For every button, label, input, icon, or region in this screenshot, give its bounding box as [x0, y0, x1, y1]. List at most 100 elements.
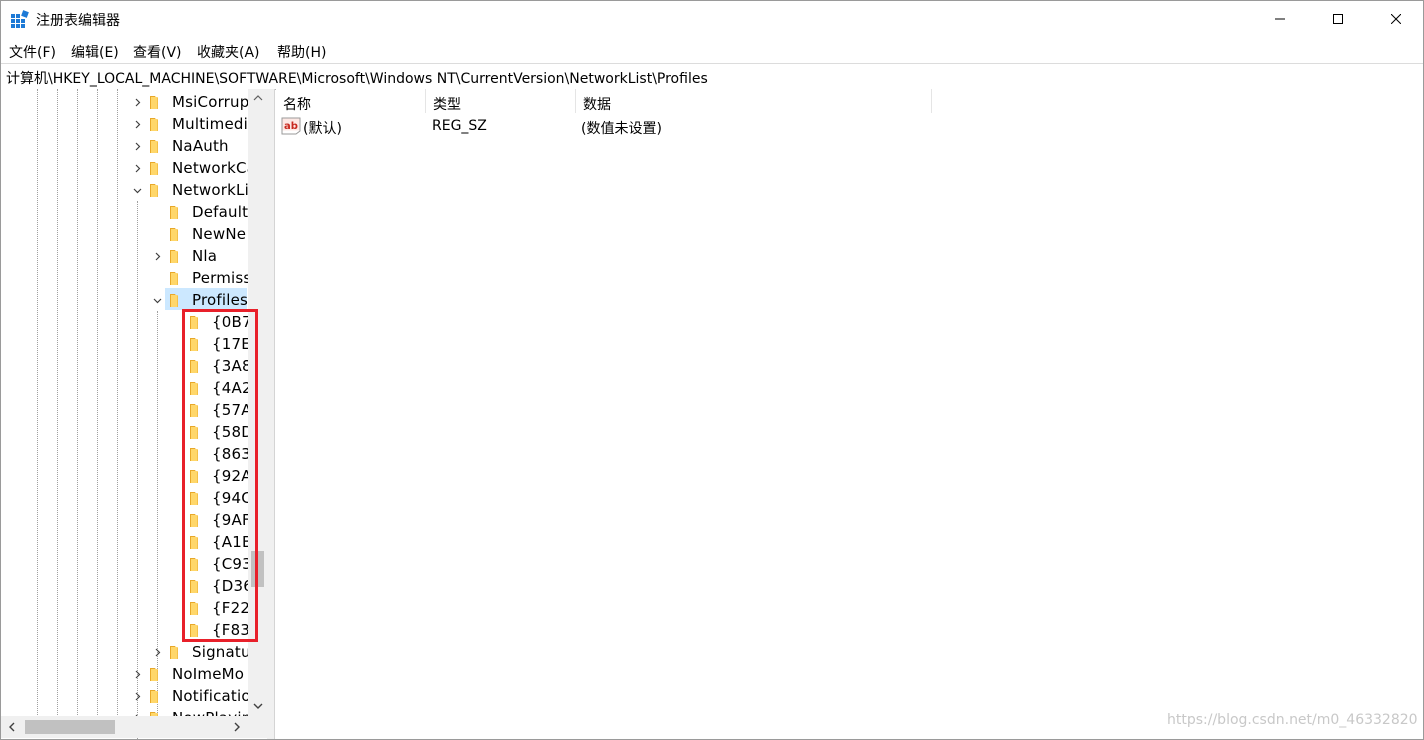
chevron-down-icon: [153, 298, 161, 303]
scroll-thumb[interactable]: [25, 720, 115, 734]
value-type: REG_SZ: [432, 118, 487, 134]
folder-icon: [150, 668, 158, 681]
folder-icon: [150, 118, 158, 131]
expand-toggle[interactable]: [151, 641, 163, 663]
menu-bar: 文件(F) 编辑(E) 查看(V) 收藏夹(A) 帮助(H): [1, 39, 1423, 63]
column-header-data[interactable]: 数据: [576, 89, 931, 113]
menu-favorites[interactable]: 收藏夹(A): [197, 42, 260, 62]
tree-item[interactable]: NoImeMo: [131, 663, 261, 685]
tree-item[interactable]: Notificatio: [131, 685, 261, 707]
tree-item[interactable]: NewNe: [151, 223, 261, 245]
regedit-icon: [11, 10, 29, 28]
chevron-right-icon: [135, 164, 140, 172]
string-value-icon: ab: [281, 117, 301, 135]
folder-icon: [170, 206, 178, 219]
chevron-down-icon: [133, 188, 141, 193]
tree-item[interactable]: Multimedi: [131, 113, 261, 135]
column-header-type[interactable]: 类型: [426, 89, 576, 113]
tree-item[interactable]: NaAuth: [131, 135, 261, 157]
chevron-right-icon: [155, 648, 160, 656]
scroll-left-button[interactable]: [3, 716, 21, 738]
expand-toggle[interactable]: [131, 113, 143, 135]
tree-item-label: NaAuth: [172, 137, 229, 155]
tree-item[interactable]: Nla: [151, 245, 261, 267]
menu-file[interactable]: 文件(F): [9, 42, 56, 62]
maximize-icon: [1333, 14, 1343, 24]
tree-item-label: Multimedi: [172, 115, 248, 133]
tree-item-label: Signatu: [192, 643, 251, 661]
menu-help[interactable]: 帮助(H): [277, 42, 326, 62]
tree-item-label: MsiCorrup: [172, 93, 250, 111]
tree-item-label: Nla: [192, 247, 218, 265]
values-list[interactable]: 名称 类型 数据 ab (默认) REG_SZ (数值未设置): [276, 89, 1423, 739]
title-bar[interactable]: 注册表编辑器: [1, 1, 1423, 37]
window-title: 注册表编辑器: [36, 13, 120, 29]
menu-edit[interactable]: 编辑(E): [71, 42, 119, 62]
tree-item-label: Profiles: [192, 291, 249, 309]
expand-toggle[interactable]: [131, 157, 143, 179]
close-button[interactable]: [1367, 1, 1423, 37]
maximize-button[interactable]: [1309, 1, 1367, 37]
collapse-toggle[interactable]: [131, 179, 143, 201]
tree-guide-line: [37, 89, 38, 719]
minimize-button[interactable]: [1251, 1, 1309, 37]
column-header-label: 类型: [433, 97, 461, 113]
tree-item-label: Permiss: [192, 269, 252, 287]
folder-icon: [150, 96, 158, 109]
tree-item[interactable]: Permiss: [151, 267, 261, 289]
chevron-right-icon: [135, 120, 140, 128]
expand-toggle[interactable]: [131, 135, 143, 157]
column-header-name[interactable]: 名称: [276, 89, 426, 113]
chevron-right-icon: [135, 670, 140, 678]
tree-item[interactable]: DefaultM: [151, 201, 261, 223]
watermark: https://blog.csdn.net/m0_46332820: [1167, 712, 1418, 728]
tree-horizontal-scrollbar[interactable]: [1, 716, 248, 738]
column-separator[interactable]: [931, 89, 932, 113]
expand-toggle[interactable]: [151, 245, 163, 267]
scroll-right-button[interactable]: [228, 716, 246, 738]
scroll-up-button[interactable]: [248, 89, 267, 107]
address-bar[interactable]: 计算机\HKEY_LOCAL_MACHINE\SOFTWARE\Microsof…: [1, 63, 1423, 90]
column-header-label: 名称: [283, 97, 311, 113]
tree-guide-line: [117, 89, 118, 719]
folder-icon: [150, 690, 158, 703]
collapse-toggle[interactable]: [151, 289, 163, 311]
tree-item[interactable]: MsiCorrup: [131, 91, 261, 113]
chevron-right-icon: [135, 142, 140, 150]
pane-splitter[interactable]: [267, 89, 275, 739]
address-path[interactable]: 计算机\HKEY_LOCAL_MACHINE\SOFTWARE\Microsof…: [6, 68, 708, 88]
chevron-down-icon: [253, 703, 262, 709]
tree-item[interactable]: NetworkCa: [131, 157, 261, 179]
column-header-label: 数据: [583, 97, 611, 113]
scroll-down-button[interactable]: [248, 696, 267, 716]
folder-icon: [150, 140, 158, 153]
tree-item-label: NetworkCa: [172, 159, 257, 177]
value-name: (默认): [303, 121, 342, 137]
folder-icon: [170, 646, 178, 659]
minimize-icon: [1275, 18, 1285, 20]
chevron-right-icon: [234, 722, 240, 732]
expand-toggle[interactable]: [131, 685, 143, 707]
tree-item-label: Notificatio: [172, 687, 251, 705]
tree-item[interactable]: NetworkLi: [131, 179, 261, 201]
tree-item-label: NewNe: [192, 225, 247, 243]
svg-text:ab: ab: [284, 121, 298, 132]
tree-item-label: NetworkLi: [172, 181, 249, 199]
chevron-right-icon: [135, 98, 140, 106]
menu-view[interactable]: 查看(V): [133, 42, 182, 62]
tree-item[interactable]: Signatu: [151, 641, 261, 663]
tree-item[interactable]: Profiles: [151, 289, 261, 311]
expand-toggle[interactable]: [131, 91, 143, 113]
chevron-right-icon: [155, 252, 160, 260]
annotation-highlight-box: [182, 309, 258, 642]
regedit-window: 注册表编辑器 文件(F) 编辑(E) 查看(V) 收藏夹(A) 帮助(H) 计算…: [0, 0, 1424, 740]
expand-toggle[interactable]: [131, 663, 143, 685]
tree-item-label: NoImeMo: [172, 665, 245, 683]
folder-icon: [170, 272, 178, 285]
folder-icon: [170, 228, 178, 241]
value-row[interactable]: ab (默认) REG_SZ (数值未设置): [276, 115, 976, 137]
chevron-left-icon: [9, 722, 15, 732]
close-icon: [1391, 14, 1401, 24]
folder-icon: [150, 162, 158, 175]
folder-icon: [170, 250, 178, 263]
